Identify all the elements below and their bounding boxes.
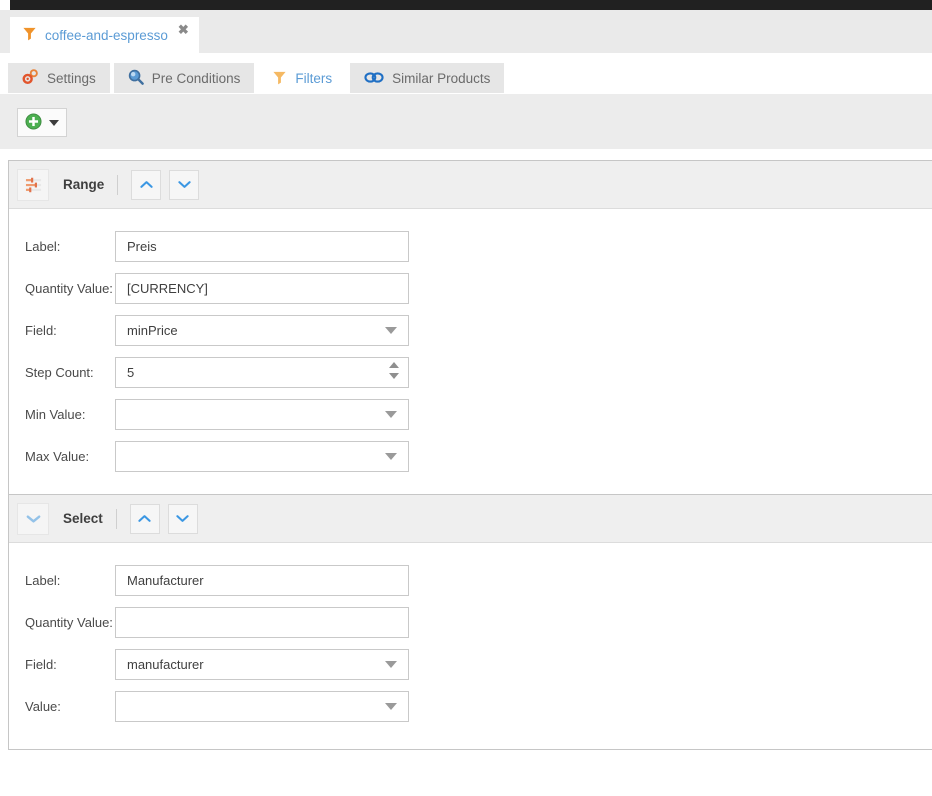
tab-settings[interactable]: Settings <box>8 63 110 94</box>
field-row-quantity-value: Quantity Value: <box>9 601 932 643</box>
panel-header-select: Select <box>9 495 932 543</box>
main-tab-bar: Settings Pre Conditions Filters Similar … <box>0 53 932 94</box>
label-input-value: Preis <box>127 238 157 254</box>
field-label-label: Label: <box>25 238 61 254</box>
tab-filters-label: Filters <box>295 71 333 86</box>
caret-down-icon[interactable] <box>49 119 59 126</box>
chevron-down-icon[interactable] <box>385 411 397 418</box>
filter-panel-range: Range Label: Preis Quantity Value: [CURR… <box>8 160 932 500</box>
plus-circle-icon <box>25 112 42 133</box>
move-down-button-select[interactable] <box>167 503 198 534</box>
field-select[interactable]: manufacturer <box>115 648 409 680</box>
quantity-value-input-value: [CURRENCY] <box>127 280 208 296</box>
step-count-stepper[interactable]: 5 <box>115 356 409 388</box>
field-label-quantity-value: Quantity Value: <box>25 614 113 630</box>
label-input[interactable]: Manufacturer <box>115 564 409 596</box>
field-row-max-value: Max Value: <box>9 435 932 477</box>
field-row-value: Value: <box>9 685 932 727</box>
label-input-value: Manufacturer <box>127 572 204 588</box>
sliders-icon <box>17 168 49 201</box>
filters-toolbar <box>0 94 932 149</box>
window-tab-coffee-and-espresso[interactable]: coffee-and-espresso ✖ <box>10 17 199 53</box>
field-row-label: Label: Preis <box>9 225 932 267</box>
panel-divider <box>115 508 117 529</box>
step-count-value: 5 <box>127 364 135 380</box>
min-value-select[interactable] <box>115 398 409 430</box>
add-filter-button[interactable] <box>17 108 67 137</box>
gears-icon <box>22 69 39 88</box>
field-row-label: Label: Manufacturer <box>9 559 932 601</box>
value-select[interactable] <box>115 690 409 722</box>
window-tab-bar: coffee-and-espresso ✖ <box>0 10 932 53</box>
field-select[interactable]: minPrice <box>115 314 409 346</box>
panel-header-range: Range <box>9 161 932 209</box>
field-row-step-count: Step Count: 5 <box>9 351 932 393</box>
panel-body-range: Label: Preis Quantity Value: [CURRENCY] … <box>9 209 932 499</box>
move-down-button-range[interactable] <box>169 169 200 200</box>
field-select-value: minPrice <box>127 322 178 338</box>
field-label-label: Label: <box>25 572 61 588</box>
chevron-down-icon <box>17 502 49 535</box>
field-label-field: Field: <box>25 656 57 672</box>
chevron-down-icon[interactable] <box>385 661 397 668</box>
close-icon[interactable]: ✖ <box>178 23 189 36</box>
move-up-button-range[interactable] <box>131 169 162 200</box>
chevron-down-icon[interactable] <box>385 453 397 460</box>
stepper-arrows[interactable] <box>389 362 399 379</box>
title-bar-strip <box>10 0 932 10</box>
tab-pre-conditions-label: Pre Conditions <box>151 71 241 86</box>
tab-similar-products-label: Similar Products <box>392 71 491 86</box>
field-label-max-value: Max Value: <box>25 448 90 464</box>
chevron-down-icon[interactable] <box>385 327 397 334</box>
max-value-select[interactable] <box>115 440 409 472</box>
tab-pre-conditions[interactable]: Pre Conditions <box>113 63 255 94</box>
field-row-min-value: Min Value: <box>9 393 932 435</box>
funnel-icon <box>272 70 287 88</box>
tab-filters[interactable]: Filters <box>258 63 347 94</box>
field-label-step-count: Step Count: <box>25 364 94 380</box>
quantity-value-input[interactable]: [CURRENCY] <box>115 272 409 304</box>
funnel-icon <box>22 26 37 44</box>
panel-title-range: Range <box>63 177 105 192</box>
label-input[interactable]: Preis <box>115 230 409 262</box>
panel-body-select: Label: Manufacturer Quantity Value: Fiel… <box>9 543 932 749</box>
chain-link-icon <box>364 71 384 87</box>
window-tab-label: coffee-and-espresso <box>45 27 168 43</box>
tab-settings-label: Settings <box>47 71 96 86</box>
filter-panel-select: Select Label: Manufacturer Quantity Valu… <box>8 494 932 750</box>
field-row-field: Field: minPrice <box>9 309 932 351</box>
move-up-button-select[interactable] <box>129 503 160 534</box>
panel-divider <box>117 174 119 195</box>
magnifier-icon <box>128 69 144 88</box>
field-label-quantity-value: Quantity Value: <box>25 280 113 296</box>
field-select-value: manufacturer <box>127 656 204 672</box>
chevron-down-icon[interactable] <box>385 703 397 710</box>
field-label-field: Field: <box>25 322 57 338</box>
field-row-field: Field: manufacturer <box>9 643 932 685</box>
quantity-value-input[interactable] <box>115 606 409 638</box>
field-label-min-value: Min Value: <box>25 406 86 422</box>
tab-similar-products[interactable]: Similar Products <box>350 63 505 94</box>
stepper-up-icon[interactable] <box>389 362 399 368</box>
field-label-value: Value: <box>25 698 61 714</box>
stepper-down-icon[interactable] <box>389 373 399 379</box>
field-row-quantity-value: Quantity Value: [CURRENCY] <box>9 267 932 309</box>
panel-title-select: Select <box>63 511 103 526</box>
